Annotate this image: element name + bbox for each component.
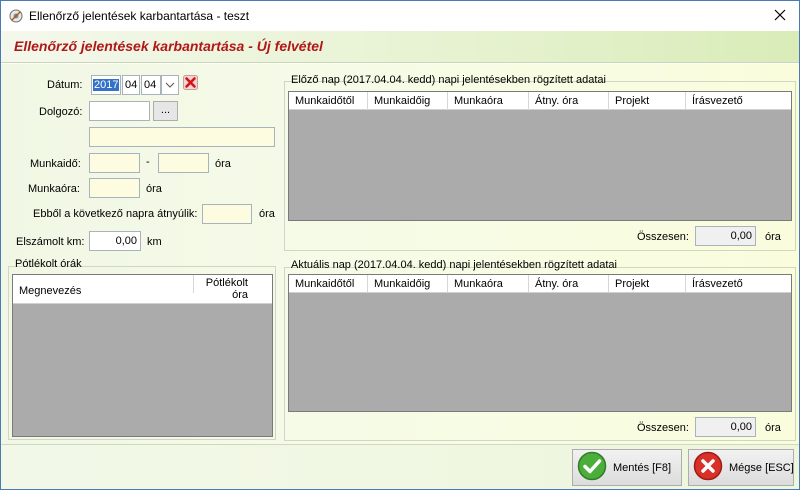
- prev-col-munkaidotol[interactable]: Munkaidőtől: [289, 92, 368, 110]
- atnyulik-unit: óra: [259, 208, 275, 220]
- dolgozo-code-input[interactable]: [89, 101, 150, 121]
- cur-col-label: Átny. óra: [535, 278, 579, 290]
- cur-col-label: Munkaóra: [454, 278, 503, 290]
- cur-col-munkaora[interactable]: Munkaóra: [448, 275, 529, 293]
- potlek-col-hours[interactable]: Pótlékolt óra: [194, 275, 272, 301]
- save-button-label: Mentés [F8]: [613, 461, 672, 474]
- cur-col-label: Munkaidőtől: [295, 278, 355, 290]
- button-bar: Mentés [F8] Mégse [ESC]: [1, 444, 799, 489]
- cur-col-label: Projekt: [615, 278, 650, 290]
- prev-day-grid[interactable]: Munkaidőtől Munkaidőig Munkaóra Átny. ór…: [288, 91, 792, 221]
- date-day-value: 04: [144, 79, 157, 91]
- prev-col-label: Átny. óra: [535, 95, 579, 107]
- prev-col-irasvezeto[interactable]: Írásvezető: [686, 92, 791, 110]
- km-label: Elszámolt km:: [16, 236, 85, 248]
- munkaora-unit: óra: [146, 183, 162, 195]
- prev-total-unit: óra: [765, 231, 781, 243]
- date-year-field[interactable]: 2017: [91, 75, 121, 95]
- munkaido-from-input[interactable]: [89, 153, 140, 173]
- potlek-col-hours-line2: óra: [232, 289, 248, 301]
- date-dropdown-button[interactable]: [161, 75, 179, 95]
- cur-col-label: Munkaidőig: [374, 278, 431, 290]
- close-icon: [774, 9, 786, 24]
- prev-total-label: Összesen:: [637, 231, 689, 243]
- dolgozo-label: Dolgozó:: [39, 106, 83, 118]
- red-cancel-icon: [693, 451, 723, 484]
- date-month-field[interactable]: 04: [122, 75, 140, 95]
- prev-col-label: Munkaidőig: [374, 95, 431, 107]
- date-month-value: 04: [125, 79, 138, 91]
- prev-col-projekt[interactable]: Projekt: [609, 92, 686, 110]
- window-title: Ellenőrző jelentések karbantartása - tes…: [29, 9, 250, 23]
- cur-day-grid-header: Munkaidőtől Munkaidőig Munkaóra Átny. ór…: [289, 275, 791, 293]
- cur-col-munkaidotol[interactable]: Munkaidőtől: [289, 275, 368, 293]
- potlek-col-name-label: Megnevezés: [19, 285, 82, 297]
- cur-col-irasvezeto[interactable]: Írásvezető: [686, 275, 791, 293]
- cur-total-field: 0,00: [695, 417, 756, 437]
- prev-day-title: Előző nap (2017.04.04. kedd) napi jelent…: [291, 74, 606, 86]
- datum-label: Dátum:: [47, 79, 83, 91]
- munkaido-to-input[interactable]: [158, 153, 209, 173]
- cur-col-munkaidoig[interactable]: Munkaidőig: [368, 275, 448, 293]
- chevron-down-icon: [165, 79, 175, 91]
- prev-total-field: 0,00: [695, 226, 756, 246]
- cancel-button[interactable]: Mégse [ESC]: [688, 449, 794, 486]
- cur-col-projekt[interactable]: Projekt: [609, 275, 686, 293]
- potlek-grid[interactable]: Megnevezés Pótlékolt óra: [12, 274, 273, 437]
- red-x-icon: [183, 75, 198, 93]
- cur-total-unit: óra: [765, 422, 781, 434]
- km-input[interactable]: 0,00: [89, 231, 141, 251]
- munkaora-label: Munkaóra:: [28, 183, 80, 195]
- main-content: Dátum: 2017 04 04 Dolgozó: ... Munkaidő:…: [1, 64, 799, 444]
- munkaido-label: Munkaidő:: [30, 158, 81, 170]
- potlek-grid-header: Megnevezés Pótlékolt óra: [13, 275, 272, 304]
- prev-col-munkaidoig[interactable]: Munkaidőig: [368, 92, 448, 110]
- green-check-icon: [577, 451, 607, 484]
- prev-col-label: Munkaidőtől: [295, 95, 355, 107]
- potlek-col-name[interactable]: Megnevezés: [13, 275, 194, 297]
- prev-col-label: Munkaóra: [454, 95, 503, 107]
- dialog-window: Ellenőrző jelentések karbantartása - tes…: [0, 0, 800, 490]
- title-bar: Ellenőrző jelentések karbantartása - tes…: [1, 1, 799, 31]
- prev-col-label: Projekt: [615, 95, 650, 107]
- date-day-field[interactable]: 04: [141, 75, 161, 95]
- prev-col-munkaora[interactable]: Munkaóra: [448, 92, 529, 110]
- prev-day-grid-header: Munkaidőtől Munkaidőig Munkaóra Átny. ór…: [289, 92, 791, 110]
- km-unit: km: [147, 236, 162, 248]
- header-band: Ellenőrző jelentések karbantartása - Új …: [1, 31, 799, 63]
- munkaido-unit: óra: [215, 158, 231, 170]
- prev-col-atny-ora[interactable]: Átny. óra: [529, 92, 609, 110]
- cur-col-label: Írásvezető: [692, 278, 743, 290]
- atnyulik-label: Ebből a következő napra átnyúlik:: [33, 208, 198, 220]
- clear-date-button[interactable]: [182, 75, 199, 93]
- dolgozo-name-field[interactable]: [89, 127, 275, 147]
- potlek-col-hours-line1: Pótlékolt: [205, 277, 248, 289]
- potlek-group-title: Pótlékolt órák: [15, 258, 82, 270]
- munkaido-separator: -: [146, 156, 150, 168]
- app-icon: [9, 9, 23, 23]
- cur-col-atny-ora[interactable]: Átny. óra: [529, 275, 609, 293]
- munkaora-input[interactable]: [89, 178, 140, 198]
- cur-day-title: Aktuális nap (2017.04.04. kedd) napi jel…: [291, 259, 617, 271]
- prev-col-label: Írásvezető: [692, 95, 743, 107]
- cur-total-label: Összesen:: [637, 422, 689, 434]
- close-button[interactable]: [761, 1, 799, 31]
- page-heading: Ellenőrző jelentések karbantartása - Új …: [14, 38, 323, 54]
- cancel-button-label: Mégse [ESC]: [729, 461, 794, 474]
- save-button[interactable]: Mentés [F8]: [572, 449, 682, 486]
- cur-day-grid[interactable]: Munkaidőtől Munkaidőig Munkaóra Átny. ór…: [288, 274, 792, 412]
- atnyulik-input[interactable]: [202, 204, 252, 224]
- dolgozo-browse-button[interactable]: ...: [153, 101, 178, 121]
- date-year-value: 2017: [93, 79, 120, 91]
